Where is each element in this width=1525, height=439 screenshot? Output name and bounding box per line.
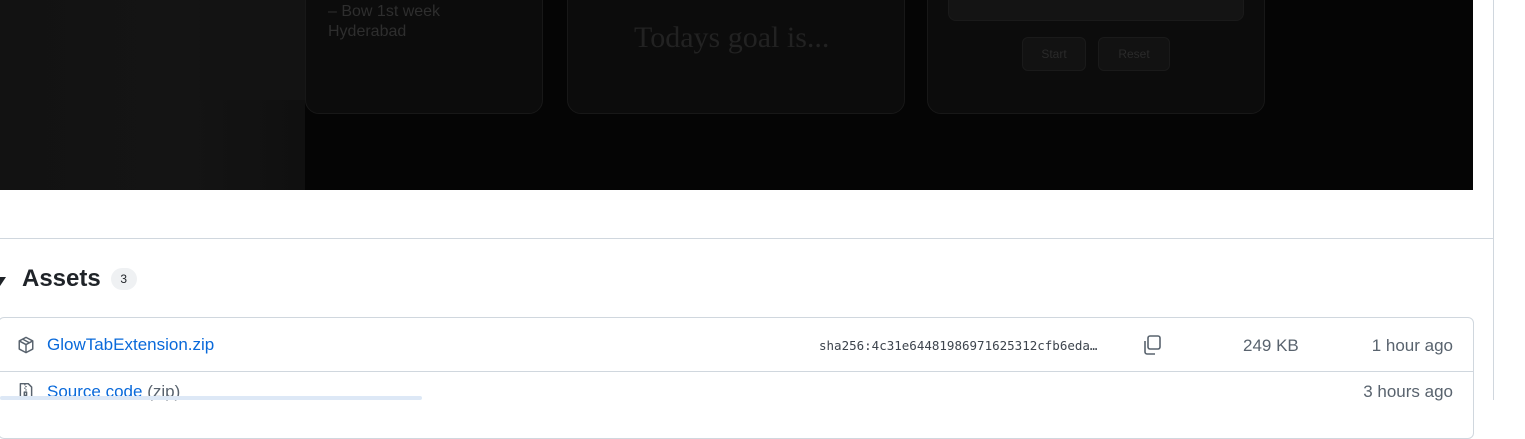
package-icon <box>17 336 35 354</box>
copy-icon[interactable] <box>1140 333 1164 357</box>
assets-list: GlowTabExtension.zip sha256:4c31e6448198… <box>0 317 1474 439</box>
release-screenshot-preview: – Bow 1st week Hyderabad Todays goal is.… <box>0 0 1473 190</box>
preview-start-button: Start <box>1022 37 1086 71</box>
preview-card-goal: Todays goal is... <box>567 0 905 114</box>
section-divider <box>0 238 1493 239</box>
asset-sha256: sha256:4c31e64481986971625312cfb6eda… <box>819 338 1098 353</box>
preview-goal-text: Todays goal is... <box>634 21 830 54</box>
preview-reset-button: Reset <box>1098 37 1170 71</box>
preview-card-line: – Bow 1st week <box>328 3 441 20</box>
caret-down-icon <box>0 276 6 286</box>
asset-time: 1 hour ago <box>1371 336 1453 355</box>
asset-time: 3 hours ago <box>1363 382 1453 401</box>
assets-title: Assets <box>22 265 101 292</box>
page-right-border <box>1493 0 1494 400</box>
hover-highlight <box>0 396 422 400</box>
preview-card-location: – Bow 1st week Hyderabad <box>305 0 543 114</box>
preview-sidebar-panel <box>200 0 306 100</box>
preview-timer-display <box>948 0 1244 21</box>
preview-card-timer: Start Reset <box>927 0 1265 114</box>
asset-download-link[interactable]: GlowTabExtension.zip <box>47 335 214 355</box>
assets-toggle[interactable]: Assets 3 <box>0 262 137 296</box>
asset-size: 249 KB <box>1243 336 1299 355</box>
preview-card-line: Hyderabad <box>328 23 407 40</box>
assets-count-badge: 3 <box>110 268 137 290</box>
asset-row: GlowTabExtension.zip sha256:4c31e6448198… <box>0 318 1473 372</box>
